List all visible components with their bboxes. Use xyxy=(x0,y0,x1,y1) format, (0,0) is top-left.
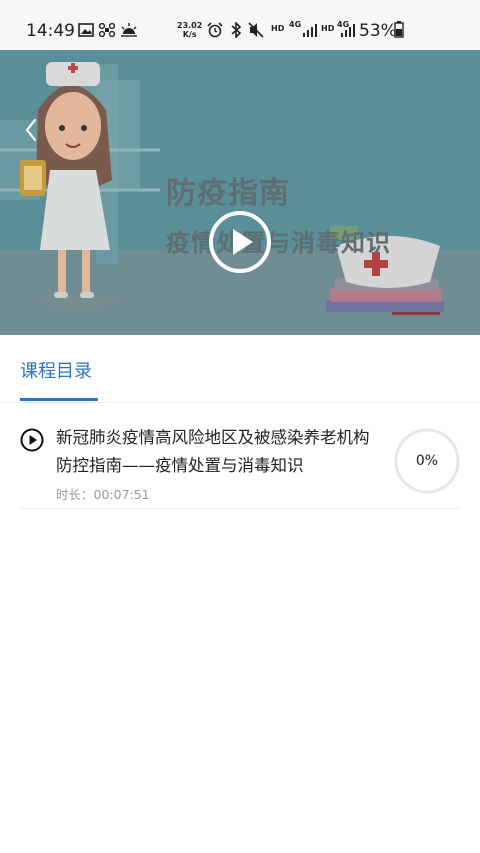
hd-label-2: HD xyxy=(321,24,335,33)
mute-icon xyxy=(248,22,264,42)
battery-percent: 53% xyxy=(359,21,397,41)
network-speed: 23.02 K/s xyxy=(177,21,202,39)
status-bar: 14:49 23.02 K/s HD 4G HD 4G 53% xyxy=(0,0,480,50)
signal-icon-1 xyxy=(302,22,318,41)
list-item[interactable]: 新冠肺炎疫情高风险地区及被感染养老机构防控指南——疫情处置与消毒知识 时长：00… xyxy=(20,418,460,510)
video-player[interactable]: 防疫指南 疫情处置与消毒知识 xyxy=(0,50,480,335)
play-circle-icon xyxy=(209,211,271,273)
tab-course-catalog[interactable]: 课程目录 xyxy=(20,357,92,383)
banner-title: 防疫指南 xyxy=(166,176,290,211)
hd-label-1: HD xyxy=(271,24,285,33)
drone-icon xyxy=(98,22,116,41)
speed-value: 23.02 xyxy=(177,21,203,30)
chevron-left-icon xyxy=(25,118,37,142)
lesson-divider xyxy=(20,508,460,509)
lesson-duration: 时长：00:07:51 xyxy=(56,487,150,502)
bluetooth-icon xyxy=(230,21,242,42)
progress-text: 0% xyxy=(415,453,439,469)
tab-divider xyxy=(0,402,480,403)
back-button[interactable] xyxy=(20,116,44,144)
play-button[interactable] xyxy=(208,210,272,274)
battery-icon xyxy=(394,21,404,42)
alarm-icon xyxy=(207,22,223,42)
status-time: 14:49 xyxy=(26,21,75,41)
network-label-1: 4G xyxy=(289,20,302,29)
speed-unit: K/s xyxy=(182,30,197,39)
tab-active-indicator xyxy=(20,398,98,401)
weather-icon xyxy=(120,22,138,41)
signal-icon-2 xyxy=(340,22,356,41)
lesson-title: 新冠肺炎疫情高风险地区及被感染养老机构防控指南——疫情处置与消毒知识 xyxy=(56,428,370,475)
lesson-play-icon[interactable] xyxy=(20,428,44,452)
play-circle-icon xyxy=(20,428,44,452)
banner-subtitle: 疫情处置与消毒知识 xyxy=(166,229,391,257)
image-icon xyxy=(78,22,94,41)
